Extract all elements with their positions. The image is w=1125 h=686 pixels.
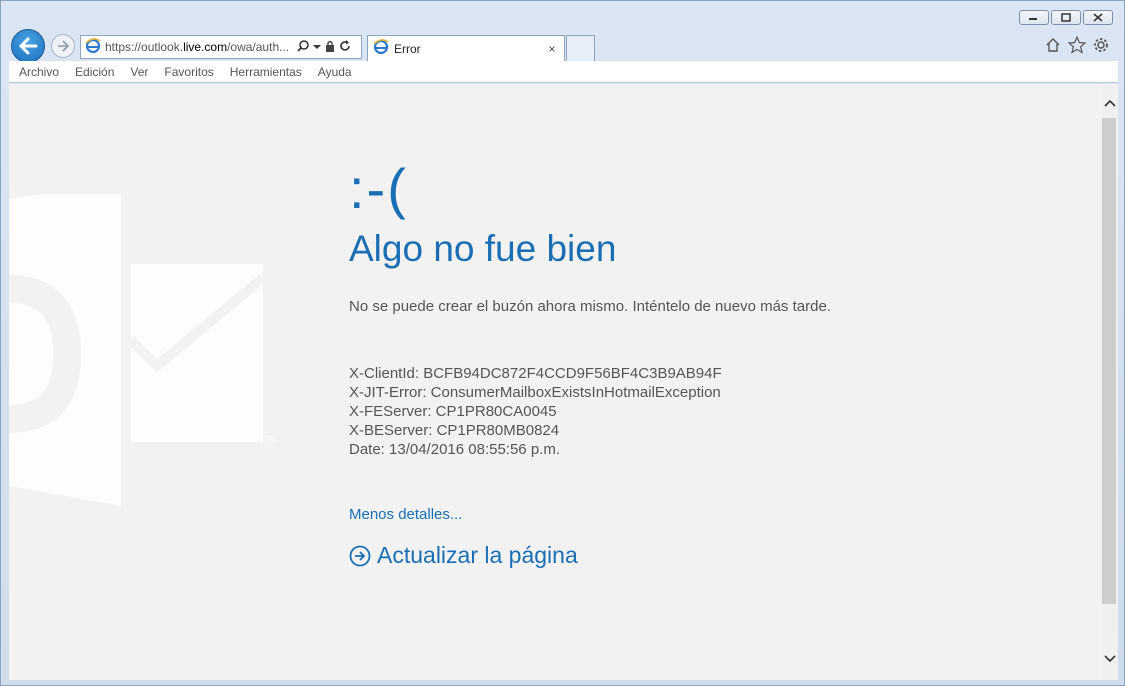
page-content: TM :-( Algo no fue bien No se puede crea… (9, 84, 1101, 680)
circle-arrow-icon (349, 545, 371, 566)
window-controls (1019, 10, 1113, 25)
lock-icon[interactable] (325, 40, 335, 55)
window-bottom-edge (9, 680, 1118, 684)
scroll-down-icon[interactable] (1101, 650, 1118, 667)
menu-bar: Archivo Edición Ver Favoritos Herramient… (9, 61, 1118, 83)
detail-fe-server: X-FEServer: CP1PR80CA0045 (349, 403, 557, 420)
menu-archivo[interactable]: Archivo (19, 65, 59, 79)
menu-edicion[interactable]: Edición (75, 65, 114, 79)
menu-ayuda[interactable]: Ayuda (318, 65, 352, 79)
address-url[interactable]: https://outlook.live.com/owa/auth... (105, 40, 295, 54)
browser-window: https://outlook.live.com/owa/auth... Err… (0, 0, 1125, 686)
menu-ver[interactable]: Ver (130, 65, 148, 79)
vertical-scrollbar[interactable] (1101, 84, 1118, 680)
refresh-icon[interactable] (339, 39, 351, 55)
new-tab-button[interactable] (566, 35, 595, 61)
sad-emoticon: :-( (349, 157, 408, 220)
chevron-down-icon[interactable] (313, 41, 321, 53)
less-details-link[interactable]: Menos detalles... (349, 506, 462, 523)
menu-favoritos[interactable]: Favoritos (164, 65, 213, 79)
back-button[interactable] (11, 29, 45, 63)
search-icon[interactable] (297, 39, 309, 55)
ie-tab-icon (373, 39, 389, 58)
favorites-star-icon[interactable] (1068, 36, 1086, 54)
refresh-page-link[interactable]: Actualizar la página (349, 542, 578, 569)
error-heading: Algo no fue bien (349, 228, 617, 269)
back-arrow-icon (19, 37, 38, 55)
scroll-up-icon[interactable] (1101, 94, 1118, 111)
toolbar-icons (1044, 36, 1110, 54)
detail-client-id: X-ClientId: BCFB94DC872F4CCD9F56BF4C3B9A… (349, 365, 722, 382)
address-tools (297, 39, 351, 55)
detail-be-server: X-BEServer: CP1PR80MB0824 (349, 422, 560, 439)
error-details: X-ClientId: BCFB94DC872F4CCD9F56BF4C3B9A… (349, 364, 722, 459)
detail-jit-error: X-JIT-Error: ConsumerMailboxExistsInHotm… (349, 384, 721, 401)
close-window-button[interactable] (1083, 10, 1113, 25)
scrollbar-thumb[interactable] (1102, 118, 1116, 604)
ie-page-icon (85, 37, 101, 57)
outlook-logo-watermark: TM (9, 194, 276, 506)
menu-herramientas[interactable]: Herramientas (230, 65, 302, 79)
forward-arrow-icon (58, 40, 70, 52)
minimize-button[interactable] (1019, 10, 1049, 25)
error-message: No se puede crear el buzón ahora mismo. … (349, 298, 831, 315)
close-tab-icon[interactable]: × (544, 42, 560, 56)
detail-date: Date: 13/04/2016 08:55:56 p.m. (349, 441, 560, 458)
tab-title: Error (394, 41, 421, 56)
home-icon[interactable] (1044, 36, 1062, 54)
tab-error[interactable]: Error × (367, 35, 565, 61)
refresh-page-label: Actualizar la página (377, 542, 578, 568)
gear-icon[interactable] (1092, 36, 1110, 54)
restore-button[interactable] (1051, 10, 1081, 25)
forward-button[interactable] (51, 34, 75, 58)
address-bar[interactable]: https://outlook.live.com/owa/auth... (80, 35, 362, 59)
svg-text:TM: TM (264, 435, 276, 444)
